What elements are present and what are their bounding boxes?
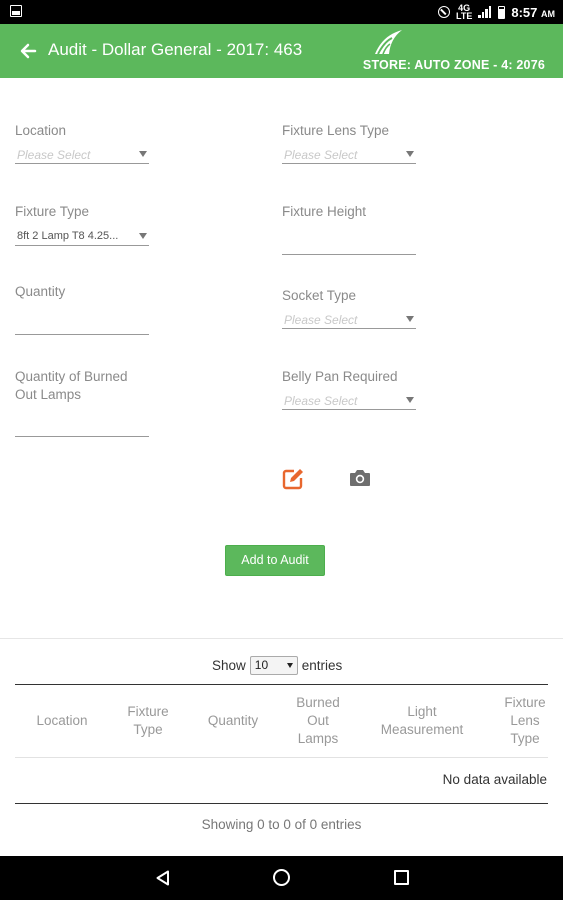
socket-type-placeholder: Please Select: [284, 313, 358, 327]
page-title: Audit - Dollar General - 2017: 463: [48, 40, 303, 59]
column-header-fixture-lens-type[interactable]: Fixture Lens Type: [496, 694, 554, 748]
belly-pan-field: Belly Pan Required Please Select: [282, 368, 416, 410]
nav-recents-icon[interactable]: [394, 870, 409, 885]
nav-home-icon[interactable]: [273, 869, 290, 886]
table-bottom-border: [15, 803, 548, 804]
empty-table-message: No data available: [442, 772, 547, 787]
location-label: Location: [15, 123, 67, 138]
quantity-field: Quantity: [15, 283, 149, 335]
back-arrow-icon[interactable]: [18, 39, 38, 63]
column-header-burned-out-lamps[interactable]: Burned Out Lamps: [282, 694, 354, 748]
column-header-location[interactable]: Location: [22, 712, 102, 730]
fixture-type-label: Fixture Type: [15, 204, 90, 219]
socket-type-field: Socket Type Please Select: [282, 287, 416, 329]
store-label: STORE: AUTO ZONE - 4: 2076: [362, 58, 545, 72]
network-type: 4G LTE: [456, 3, 473, 21]
page-length-control: Show 10 entries: [212, 656, 342, 675]
table-info: Showing 0 to 0 of 0 entries: [201, 817, 362, 832]
fixture-lens-type-label: Fixture Lens Type: [282, 123, 390, 138]
company-logo-icon: [375, 30, 402, 55]
fixture-type-value: 8ft 2 Lamp T8 4.25...: [17, 230, 119, 242]
socket-type-label: Socket Type: [282, 288, 357, 303]
column-header-fixture-type[interactable]: Fixture Type: [112, 703, 184, 739]
fixture-lens-type-select[interactable]: Please Select: [282, 148, 416, 164]
app-bar: Audit - Dollar General - 2017: 463 STORE…: [0, 24, 563, 78]
camera-icon[interactable]: [348, 466, 372, 490]
show-label: Show: [212, 658, 246, 673]
column-header-quantity[interactable]: Quantity: [196, 712, 270, 730]
fixture-type-field: Fixture Type 8ft 2 Lamp T8 4.25...: [15, 203, 149, 246]
chevron-down-icon: [286, 663, 293, 668]
chevron-down-icon: [406, 151, 414, 157]
chevron-down-icon: [406, 397, 414, 403]
burned-out-input[interactable]: [15, 436, 149, 437]
section-divider: [0, 638, 563, 639]
fixture-height-label: Fixture Height: [282, 204, 367, 219]
location-select[interactable]: Please Select: [15, 148, 149, 164]
location-field: Location Please Select: [15, 122, 149, 164]
chevron-down-icon: [139, 233, 147, 239]
column-header-light-measurement[interactable]: Light Measurement: [368, 703, 476, 739]
table-header-border: [15, 757, 548, 758]
socket-type-select[interactable]: Please Select: [282, 313, 416, 329]
fixture-lens-type-placeholder: Please Select: [284, 148, 358, 162]
burned-out-label: Quantity of Burned Out Lamps: [15, 369, 128, 402]
burned-out-field: Quantity of Burned Out Lamps: [15, 368, 149, 437]
add-to-audit-button[interactable]: Add to Audit: [225, 545, 325, 576]
chevron-down-icon: [139, 151, 147, 157]
entries-label: entries: [301, 658, 343, 673]
navigation-bar: [0, 856, 563, 900]
fixture-lens-type-field: Fixture Lens Type Please Select: [282, 122, 416, 164]
chevron-down-icon: [406, 316, 414, 322]
location-placeholder: Please Select: [17, 148, 91, 162]
battery-icon: [498, 5, 506, 19]
table-top-border: [15, 684, 548, 685]
belly-pan-label: Belly Pan Required: [282, 369, 398, 384]
clock: 8:57 AM: [511, 4, 555, 20]
nav-back-icon[interactable]: [155, 870, 171, 886]
signal-icon: [478, 6, 492, 18]
edit-icon[interactable]: [281, 467, 305, 491]
do-not-disturb-icon: [438, 6, 450, 18]
notification-icon: [10, 5, 22, 17]
belly-pan-select[interactable]: Please Select: [282, 394, 416, 410]
status-bar: 4G LTE 8:57 AM: [0, 0, 563, 24]
fixture-height-field: Fixture Height: [282, 203, 416, 255]
fixture-type-select[interactable]: 8ft 2 Lamp T8 4.25...: [15, 230, 149, 246]
fixture-height-input[interactable]: [282, 254, 416, 255]
status-icons: 4G LTE 8:57 AM: [438, 3, 555, 21]
quantity-input[interactable]: [15, 334, 149, 335]
belly-pan-placeholder: Please Select: [284, 394, 358, 408]
quantity-label: Quantity: [15, 284, 66, 299]
page-length-select[interactable]: 10: [249, 656, 298, 675]
